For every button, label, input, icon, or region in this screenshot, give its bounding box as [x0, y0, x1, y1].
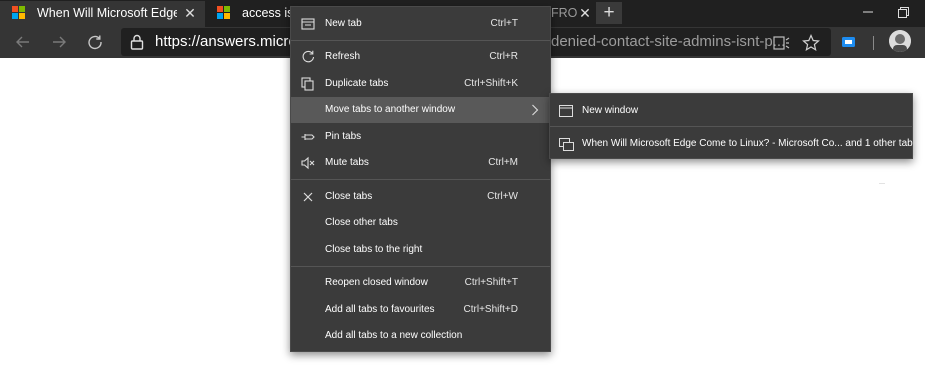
- menu-item-close-tabs[interactable]: Close tabs Ctrl+W: [291, 184, 550, 210]
- menu-item-label: Refresh: [325, 51, 361, 62]
- menu-item-label: Pin tabs: [325, 131, 362, 142]
- menu-item-close-tabs-right[interactable]: Close tabs to the right: [291, 237, 550, 263]
- mute-icon: [301, 156, 315, 170]
- url-text: https://answers.microso: [155, 33, 313, 50]
- tab-edge-linux[interactable]: When Will Microsoft Edge Come to Linux? …: [0, 1, 205, 27]
- collections-button[interactable]: [838, 32, 860, 54]
- tab-access-denied[interactable]: access is denied: [205, 1, 291, 27]
- menu-separator: [291, 40, 550, 41]
- menu-item-mute-tabs[interactable]: Mute tabs Ctrl+M: [291, 150, 550, 176]
- menu-item-label: Add all tabs to a new collection: [325, 330, 463, 341]
- window-icon: [559, 105, 573, 117]
- menu-item-move-tabs[interactable]: Move tabs to another window: [291, 97, 550, 123]
- tab-third[interactable]: FRO ✕: [551, 1, 597, 27]
- submenu-separator: [550, 126, 912, 127]
- toolbar-divider: [873, 36, 874, 50]
- menu-item-pin-tabs[interactable]: Pin tabs: [291, 124, 550, 150]
- move-tabs-submenu: New window When Will Microsoft Edge Come…: [549, 93, 913, 159]
- menu-item-add-to-favourites[interactable]: Add all tabs to favourites Ctrl+Shift+D: [291, 297, 550, 323]
- tab-title: FRO: [551, 6, 577, 20]
- menu-item-shortcut: Ctrl+M: [488, 157, 518, 168]
- read-aloud-button[interactable]: [771, 33, 791, 53]
- refresh-icon: [302, 50, 315, 63]
- submenu-item-new-window[interactable]: New window: [550, 96, 912, 126]
- back-arrow-icon: [16, 36, 29, 48]
- menu-item-label: Add all tabs to favourites: [325, 304, 435, 315]
- tab-title: When Will Microsoft Edge Come to Linux?: [37, 6, 177, 20]
- menu-separator: [291, 179, 550, 180]
- avatar-icon: [889, 30, 911, 52]
- forward-button[interactable]: [48, 32, 70, 54]
- menu-item-label: Reopen closed window: [325, 277, 428, 288]
- submenu-item-label: New window: [582, 105, 639, 116]
- tab-close-icon[interactable]: ✕: [183, 1, 197, 25]
- menu-item-label: Close tabs to the right: [325, 244, 423, 255]
- menu-item-shortcut: Ctrl+Shift+K: [464, 78, 518, 89]
- refresh-button[interactable]: [84, 32, 106, 54]
- menu-item-label: Close other tabs: [325, 217, 398, 228]
- menu-item-duplicate-tabs[interactable]: Duplicate tabs Ctrl+Shift+K: [291, 71, 550, 97]
- read-aloud-icon: [773, 36, 790, 50]
- menu-item-label: Close tabs: [325, 191, 373, 202]
- menu-item-label: Duplicate tabs: [325, 78, 389, 89]
- collections-icon: [842, 37, 855, 47]
- tab-close-icon[interactable]: ✕: [578, 1, 592, 25]
- tab-context-menu: New tab Ctrl+T Refresh Ctrl+R Duplicate …: [290, 6, 551, 352]
- restore-button[interactable]: [880, 0, 925, 26]
- page-mark: [879, 183, 885, 184]
- menu-item-label: Mute tabs: [325, 157, 369, 168]
- microsoft-logo-icon: [217, 6, 231, 20]
- star-icon: [802, 34, 820, 52]
- profile-avatar[interactable]: [889, 30, 911, 52]
- menu-item-new-tab[interactable]: New tab Ctrl+T: [291, 11, 550, 37]
- microsoft-logo-icon: [12, 6, 26, 20]
- lock-icon: [130, 34, 144, 50]
- menu-item-shortcut: Ctrl+R: [489, 51, 518, 62]
- menu-item-close-other-tabs[interactable]: Close other tabs: [291, 210, 550, 236]
- restore-icon: [897, 7, 909, 18]
- chevron-right-icon: [532, 104, 539, 116]
- menu-item-shortcut: Ctrl+W: [487, 191, 518, 202]
- new-tab-button[interactable]: +: [596, 2, 622, 24]
- close-icon: [303, 192, 313, 202]
- back-button[interactable]: [12, 32, 34, 54]
- menu-item-reopen-closed-window[interactable]: Reopen closed window Ctrl+Shift+T: [291, 270, 550, 296]
- menu-item-shortcut: Ctrl+T: [490, 18, 519, 29]
- menu-item-shortcut: Ctrl+Shift+T: [464, 277, 518, 288]
- menu-item-refresh[interactable]: Refresh Ctrl+R: [291, 44, 550, 70]
- refresh-icon: [88, 35, 102, 50]
- menu-item-label: Move tabs to another window: [325, 104, 456, 115]
- forward-arrow-icon: [53, 36, 66, 48]
- url-text-tail: denied-contact-site-admins-isnt-p...: [551, 33, 786, 50]
- tab-title: access is denied: [242, 6, 291, 20]
- submenu-item-label: When Will Microsoft Edge Come to Linux? …: [582, 138, 913, 149]
- new-tab-icon: [301, 18, 315, 30]
- duplicate-icon: [301, 77, 314, 91]
- pin-icon: [301, 134, 315, 140]
- windows-stack-icon: [559, 138, 574, 151]
- favourite-button[interactable]: [801, 33, 821, 53]
- submenu-item-existing-window[interactable]: When Will Microsoft Edge Come to Linux? …: [550, 129, 913, 159]
- menu-item-label: New tab: [325, 18, 362, 29]
- menu-separator: [291, 266, 550, 267]
- menu-item-add-to-collection[interactable]: Add all tabs to a new collection: [291, 323, 550, 349]
- minimize-icon: [863, 11, 873, 13]
- menu-item-shortcut: Ctrl+Shift+D: [463, 304, 518, 315]
